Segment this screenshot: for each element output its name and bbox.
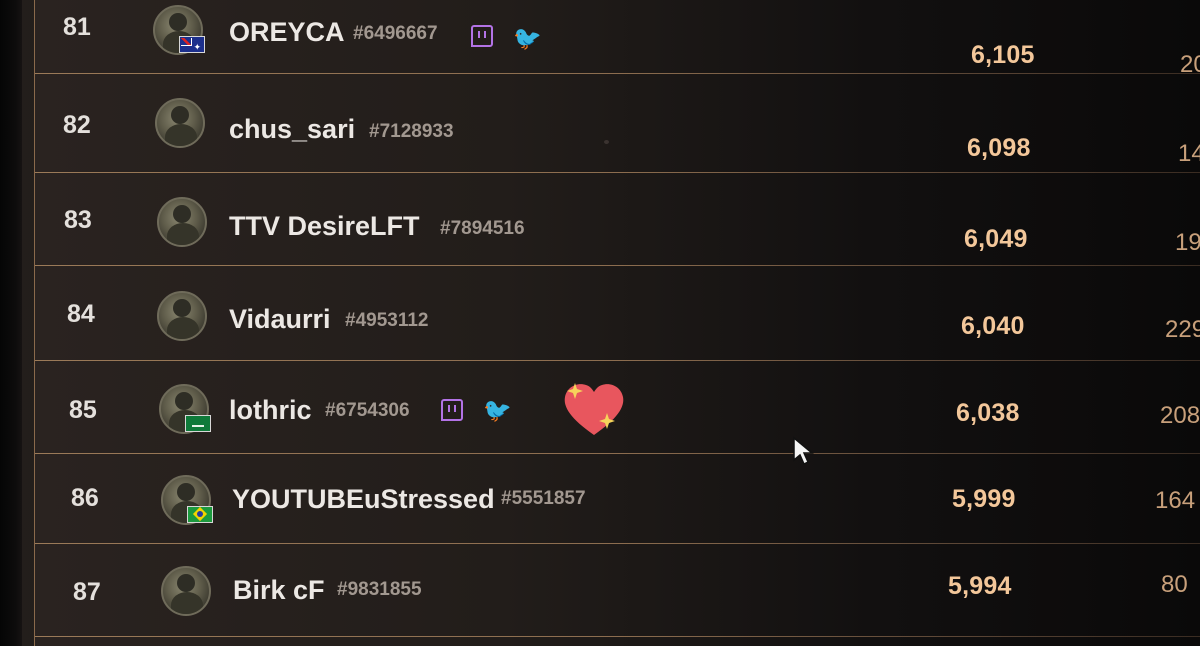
twitter-icon[interactable]: 🐦: [513, 27, 542, 50]
twitch-icon[interactable]: [471, 25, 493, 47]
player-tag: #7894516: [440, 218, 525, 239]
player-name[interactable]: TTV DesireLFT: [229, 211, 420, 242]
rank-cell: 83: [64, 206, 92, 234]
rank-cell: 87: [73, 578, 101, 606]
player-name[interactable]: lothric: [229, 395, 312, 426]
rank-cell: 81: [63, 13, 91, 41]
player-tag: #5551857: [501, 488, 586, 509]
leaderboard-row-82[interactable]: 82 chus_sari #7128933 6,098 14: [35, 74, 1200, 172]
leaderboard-row-86[interactable]: 86 YOUTUBEuStressed #5551857 5,999 164: [35, 454, 1200, 543]
score-cell: 6,098: [967, 134, 1031, 162]
leaderboard-row-84[interactable]: 84 Vidaurri #4953112 6,040 229: [35, 266, 1200, 360]
rank-cell: 84: [67, 300, 95, 328]
extra-stat-cell: 19: [1175, 229, 1200, 256]
row-separator: [35, 636, 1200, 637]
avatar[interactable]: [157, 291, 207, 341]
extra-stat-cell: 80: [1161, 571, 1188, 598]
avatar[interactable]: [161, 566, 211, 616]
mouse-cursor-icon: [793, 436, 814, 466]
player-tag: #4953112: [345, 310, 429, 331]
player-name[interactable]: Vidaurri: [229, 304, 331, 335]
score-cell: 6,049: [964, 225, 1028, 253]
score-cell: 6,038: [956, 399, 1020, 427]
leaderboard-row-83[interactable]: 83 TTV DesireLFT #7894516 6,049 19: [35, 173, 1200, 265]
leaderboard-row-87[interactable]: 87 Birk cF #9831855 5,994 80: [35, 544, 1200, 636]
score-cell: 6,040: [961, 312, 1025, 340]
sparkling-heart-icon: [564, 383, 624, 435]
rank-cell: 85: [69, 396, 97, 424]
twitch-icon[interactable]: [441, 399, 463, 421]
player-tag: #9831855: [337, 579, 422, 600]
screen: 81 OREYCA #6496667 🐦 6,105 20 82 chus_sa…: [0, 0, 1200, 646]
australia-flag-icon: [179, 36, 205, 53]
extra-stat-cell: 14: [1178, 140, 1200, 167]
avatar[interactable]: [155, 98, 205, 148]
player-tag: #6754306: [325, 400, 410, 421]
player-tag: #7128933: [369, 121, 454, 142]
saudi-arabia-flag-icon: [185, 415, 211, 432]
leaderboard-row-81[interactable]: 81 OREYCA #6496667 🐦 6,105 20: [35, 0, 1200, 78]
score-cell: 5,994: [948, 572, 1012, 600]
player-name[interactable]: OREYCA: [229, 17, 345, 48]
screen-speck: [604, 140, 609, 144]
leaderboard-table: 81 OREYCA #6496667 🐦 6,105 20 82 chus_sa…: [34, 0, 1200, 646]
rank-cell: 82: [63, 111, 91, 139]
player-name[interactable]: chus_sari: [229, 114, 355, 145]
score-cell: 5,999: [952, 485, 1016, 513]
avatar[interactable]: [157, 197, 207, 247]
extra-stat-cell: 208: [1160, 402, 1200, 429]
twitter-icon[interactable]: 🐦: [483, 399, 512, 422]
extra-stat-cell: 164: [1155, 487, 1196, 514]
rank-cell: 86: [71, 484, 99, 512]
monitor-bezel: [0, 0, 22, 646]
extra-stat-cell: 229: [1165, 316, 1200, 343]
player-tag: #6496667: [353, 23, 438, 44]
brazil-flag-icon: [187, 506, 213, 523]
score-cell: 6,105: [971, 41, 1035, 69]
player-name[interactable]: YOUTUBEuStressed: [232, 484, 495, 515]
player-name[interactable]: Birk cF: [233, 575, 325, 606]
